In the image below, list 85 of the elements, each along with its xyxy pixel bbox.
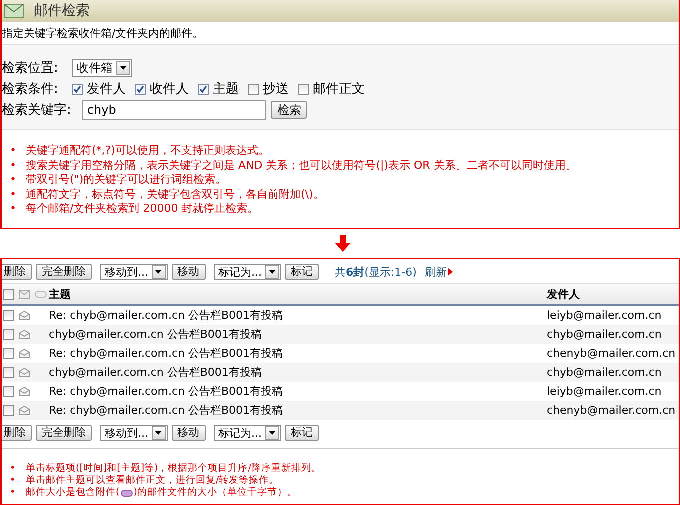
toolbar-button[interactable]: 完全删除 [36,264,92,280]
bullet: • [10,487,17,499]
tip-text: 邮件大小是包含附件( [26,487,120,499]
bullet: • [10,202,18,216]
sender-cell-text: chenyb@mailer.com.cn [547,404,677,417]
message-count: 共6封(显示:1-6) [335,264,417,280]
bullet: • [10,188,18,202]
column-header[interactable]: 发件人 [547,286,679,302]
checkbox[interactable] [298,84,309,94]
row-checkbox[interactable] [3,329,14,340]
bullet: • [10,173,18,188]
sender-cell-text: chyb@mailer.com.cn [547,366,663,379]
triangle-icon [448,268,453,276]
location-dropdown[interactable]: 收件箱 [72,59,132,77]
tip-text: 每个邮箱/文件夹检索到 20000 封就停止检索。 [26,202,259,216]
envelope-icon [19,368,30,377]
tip-text: 带双引号(")的关键字可以进行词组检索。 [26,173,227,188]
envelope-icon [19,290,30,298]
checkbox[interactable] [135,84,146,94]
toolbar-dropdown[interactable]: 移动到... [100,425,168,441]
toolbar-button[interactable]: 移动 [172,425,206,441]
down-arrow-icon [335,235,351,252]
caret-icon [155,431,162,435]
checkbox-label: 抄送 [263,81,289,98]
checkbox[interactable] [248,84,259,94]
toolbar-dropdown[interactable]: 标记为... [214,425,281,441]
tip-text: 关键字通配符(*,?)可以使用，不支持正则表达式。 [26,144,270,158]
subject-cell[interactable]: Re: chyb@mailer.com.cn 公告栏B001有投稿 [49,404,284,417]
envelope-icon [4,4,24,18]
checkbox-label: 发件人 [87,81,126,98]
row-checkbox[interactable] [3,405,14,416]
toolbar-button[interactable]: 删除 [2,425,32,441]
bullet: • [10,158,18,173]
tip-text: 单击标题项([时间]和[主题]等)，根据那个项目升序/降序重新排列。 [26,463,322,475]
page-title: 邮件检索 [34,2,90,20]
checkbox-label: 邮件正文 [313,81,365,98]
subject-cell[interactable]: chyb@mailer.com.cn 公告栏B001有投稿 [49,328,262,341]
checkbox[interactable] [72,84,83,94]
description-text: 指定关键字检索收件箱/文件夹内的邮件。 [2,26,204,40]
toolbar-button[interactable]: 标记 [285,264,319,280]
tip-text: 搜索关键字用空格分隔，表示关键字之间是 AND 关系；也可以使用符号(|)表示 OR 关系。二者不可以同时使用。 [26,158,577,173]
row-checkbox[interactable] [3,386,14,397]
sender-cell-text: chyb@mailer.com.cn [547,328,663,341]
subject-cell[interactable]: Re: chyb@mailer.com.cn 公告栏B001有投稿 [49,347,284,360]
tip-text: )的邮件文件的大小（单位千字节）。 [134,487,298,499]
checkbox[interactable] [198,84,209,94]
toolbar-dropdown[interactable]: 标记为... [214,264,281,280]
column-header[interactable]: 主题 [49,288,71,300]
envelope-icon [19,330,30,339]
checkbox-label: 主题 [213,81,239,98]
envelope-icon [19,349,30,358]
select-all-checkbox[interactable] [3,288,14,300]
caret-icon [120,66,126,70]
sender-cell-text: leiyb@mailer.com.cn [547,385,663,398]
field-label: 检索关键字: [2,102,72,119]
bullet: • [10,144,18,158]
toolbar-dropdown[interactable]: 移动到... [100,264,168,280]
caret-icon [155,270,162,274]
subject-cell[interactable]: chyb@mailer.com.cn 公告栏B001有投稿 [49,366,262,379]
toolbar-button[interactable]: 删除 [2,264,32,280]
keyword-field[interactable]: chyb [82,100,266,120]
field-label: 检索位置: [2,60,60,77]
checkbox-label: 收件人 [150,81,189,98]
toolbar-button[interactable]: 标记 [285,425,319,441]
caret-icon [268,431,276,435]
envelope-icon [19,406,30,415]
tip-text: 单击邮件主题可以查看邮件正文，进行回复/转发等操作。 [26,475,280,487]
toolbar-button[interactable]: 移动 [172,264,206,280]
row-checkbox[interactable] [3,348,14,359]
subject-cell[interactable]: Re: chyb@mailer.com.cn 公告栏B001有投稿 [49,309,284,322]
refresh-link[interactable]: 刷新 [424,264,453,280]
envelope-icon [19,387,30,396]
tip-text: 通配符文字，标点符号，关键字包含双引号，各自前附加(\)。 [26,188,324,202]
row-checkbox[interactable] [3,310,14,321]
sender-cell-text: chenyb@mailer.com.cn [547,347,677,360]
search-button[interactable]: 检索 [271,101,308,119]
row-checkbox[interactable] [3,367,14,378]
envelope-icon [19,311,30,320]
subject-cell[interactable]: Re: chyb@mailer.com.cn 公告栏B001有投稿 [49,385,284,398]
bullet: • [10,475,17,487]
toolbar-button[interactable]: 完全删除 [36,425,92,441]
sender-cell-text: leiyb@mailer.com.cn [547,309,663,322]
field-label: 检索条件: [2,81,60,98]
caret-icon [268,270,276,274]
bullet: • [10,463,17,475]
